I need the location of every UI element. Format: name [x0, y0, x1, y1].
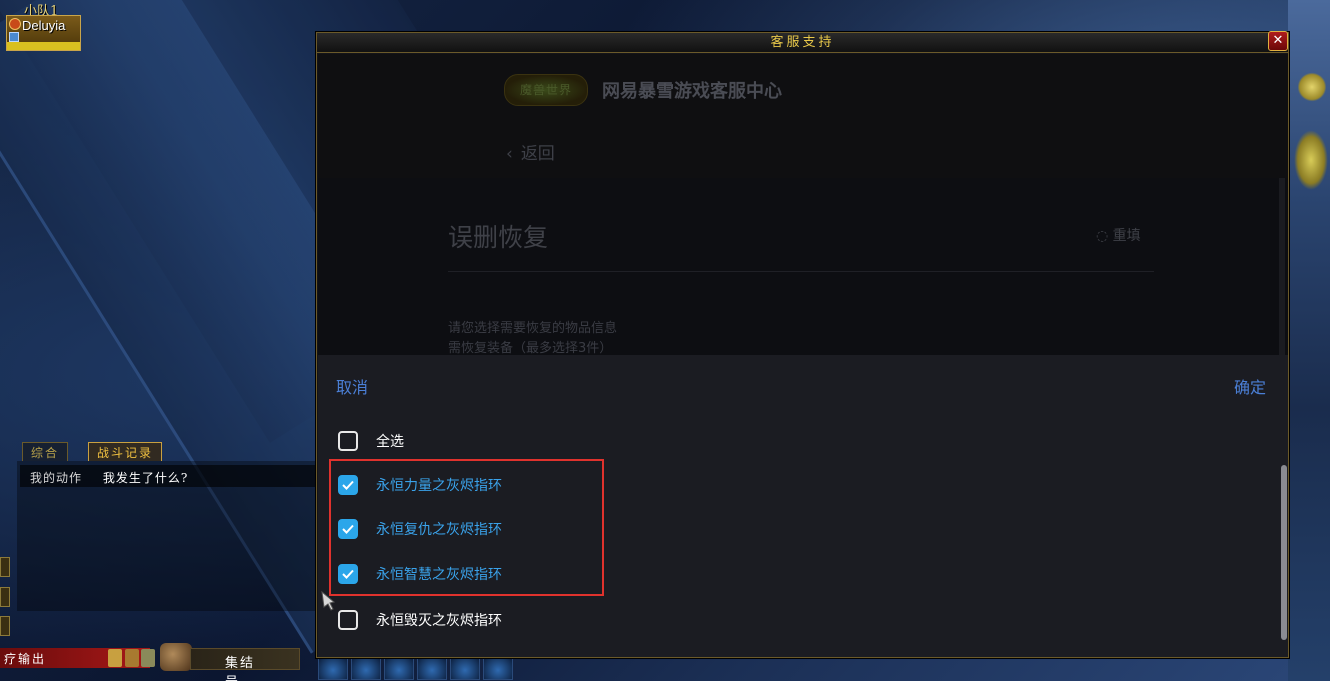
divider — [448, 271, 1154, 272]
chevron-left-icon: ‹ — [506, 144, 513, 164]
action-slot-3[interactable] — [384, 656, 414, 680]
action-bar — [318, 656, 513, 680]
equipment-limit-text: 需恢复装备（最多选择3件） — [448, 341, 613, 356]
page-scrollbar[interactable] — [1279, 178, 1285, 358]
wow-logo: 魔兽世界 — [504, 74, 588, 106]
combat-log-filter-bar: 我的动作 我发生了什么? — [20, 465, 317, 487]
customer-support-dialog: 客服支持 魔兽世界 网易暴雪游戏客服中心 ‹ 返回 误删恢复 ◌ 重填 请您选择需… — [316, 32, 1289, 658]
option-item[interactable]: 永恒智慧之灰烬指环 — [338, 563, 502, 585]
restore-form-card: 误删恢复 ◌ 重填 请您选择需要恢复的物品信息 需恢复装备（最多选择3件） — [318, 178, 1288, 358]
cancel-button[interactable]: 取消 — [336, 374, 368, 398]
option-label: 全选 — [376, 434, 404, 450]
back-label: 返回 — [520, 144, 555, 164]
picker-scrollbar-thumb[interactable] — [1281, 465, 1287, 640]
avatar[interactable] — [160, 643, 192, 671]
background-gold-ornament — [1298, 72, 1326, 102]
check-icon — [342, 524, 354, 534]
checkbox[interactable] — [338, 564, 358, 584]
option-label: 永恒智慧之灰烬指环 — [376, 567, 502, 583]
option-label: 永恒毁灭之灰烬指环 — [376, 613, 502, 629]
action-slot-2[interactable] — [351, 656, 381, 680]
background-right-scene — [1288, 0, 1330, 681]
chat-scroll-up-button[interactable] — [0, 557, 10, 577]
site-title: 网易暴雪游戏客服中心 — [602, 81, 782, 102]
party-member-name: Deluyia — [22, 18, 66, 33]
class-icon — [9, 18, 21, 30]
background-gold-ornament-2 — [1294, 130, 1328, 190]
document-icon[interactable] — [141, 649, 155, 667]
option-item[interactable]: 永恒毁灭之灰烬指环 — [338, 609, 502, 631]
chat-tab-general[interactable]: 综合 — [22, 442, 69, 461]
action-slot-4[interactable] — [417, 656, 447, 680]
option-item[interactable]: 永恒复仇之灰烬指环 — [338, 518, 502, 540]
check-icon — [342, 569, 354, 579]
gear-icon[interactable] — [125, 649, 139, 667]
party-member-frame[interactable]: Deluyia — [6, 15, 81, 51]
filter-what-happened[interactable]: 我发生了什么? — [103, 471, 188, 485]
health-bar — [7, 42, 80, 50]
option-item[interactable]: 永恒力量之灰烬指环 — [338, 474, 502, 496]
dialog-title: 客服支持 — [317, 33, 1288, 53]
confirm-button[interactable]: 确定 — [1234, 374, 1266, 398]
back-button[interactable]: ‹ 返回 — [506, 139, 555, 164]
filter-my-actions[interactable]: 我的动作 — [30, 471, 82, 485]
checkbox[interactable] — [338, 431, 358, 451]
page-title: 误删恢复 — [448, 223, 549, 252]
chat-scroll-down-button[interactable] — [0, 587, 10, 607]
option-select-all[interactable]: 全选 — [338, 430, 404, 452]
item-picker-sheet: 取消 确定 全选 永恒力量之灰烬指环 永恒复仇之灰烬指环 永恒智慧之灰烬指环 永… — [318, 355, 1288, 657]
support-webview: 魔兽世界 网易暴雪游戏客服中心 ‹ 返回 误删恢复 ◌ 重填 请您选择需要恢复的物… — [318, 54, 1288, 657]
option-label: 永恒复仇之灰烬指环 — [376, 522, 502, 538]
chat-scroll-bottom-button[interactable] — [0, 616, 10, 636]
checkbox[interactable] — [338, 610, 358, 630]
action-slot-6[interactable] — [483, 656, 513, 680]
healer-role-icon — [9, 32, 19, 42]
checkbox[interactable] — [338, 519, 358, 539]
checkbox[interactable] — [338, 475, 358, 495]
mouse-cursor-icon — [321, 590, 336, 611]
option-label: 永恒力量之灰烬指环 — [376, 478, 502, 494]
check-icon — [342, 480, 354, 490]
action-slot-1[interactable] — [318, 656, 348, 680]
reset-button[interactable]: ◌ 重填 — [1096, 225, 1141, 245]
action-slot-5[interactable] — [450, 656, 480, 680]
web-header: 魔兽世界 网易暴雪游戏客服中心 ‹ 返回 — [318, 54, 1288, 178]
instruction-text: 请您选择需要恢复的物品信息 — [448, 321, 618, 336]
key-icon[interactable] — [108, 649, 122, 667]
chat-tab-combat-log[interactable]: 战斗记录 — [88, 442, 163, 461]
close-button[interactable]: ✕ — [1268, 31, 1288, 51]
reset-label: 重填 — [1112, 228, 1141, 244]
rally-button[interactable]: 集结号 — [190, 648, 300, 681]
refresh-icon: ◌ — [1096, 228, 1109, 244]
